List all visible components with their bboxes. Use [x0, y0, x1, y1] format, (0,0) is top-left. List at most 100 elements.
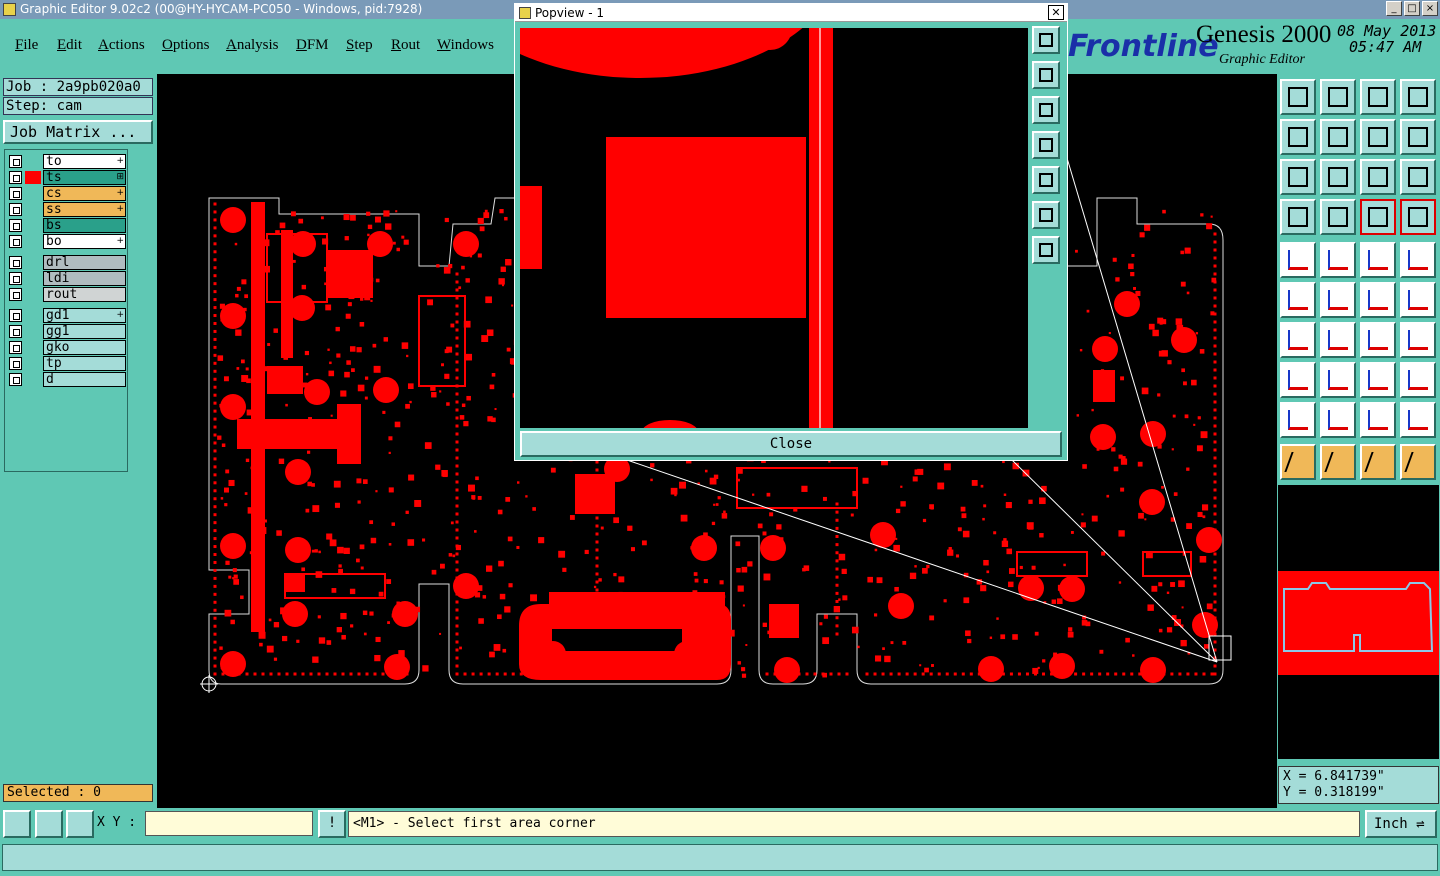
cursor-icon[interactable] — [1280, 444, 1316, 480]
xy-input[interactable] — [145, 811, 313, 836]
polygon-a-icon[interactable] — [1320, 402, 1356, 438]
cursor-edit-icon[interactable] — [1360, 444, 1396, 480]
popview-close-button[interactable]: Close — [520, 431, 1062, 457]
layer-row-cs[interactable]: cs + — [7, 186, 127, 201]
popview-pan-left-icon[interactable] — [1032, 131, 1060, 159]
layer-name[interactable]: ss — [43, 202, 126, 217]
grid-icon[interactable] — [66, 810, 94, 838]
layer-row-bo[interactable]: bo + — [7, 234, 127, 249]
layer-row-to[interactable]: to + — [7, 154, 127, 169]
net-icon[interactable] — [1280, 282, 1316, 318]
line-icon[interactable] — [1320, 322, 1356, 358]
measure-icon[interactable] — [1360, 362, 1396, 398]
move-icon[interactable] — [1280, 362, 1316, 398]
cursor-select-icon[interactable] — [1320, 444, 1356, 480]
alert-icon[interactable]: ! — [318, 810, 346, 838]
board-overview-map[interactable] — [1278, 485, 1439, 759]
menu-analysis[interactable]: Analysis — [226, 37, 279, 54]
text-f-icon[interactable] — [1400, 322, 1436, 358]
layer-row-drl[interactable]: drl — [7, 255, 127, 270]
settings-icon[interactable] — [1280, 199, 1316, 235]
fit-view-icon[interactable] — [1400, 79, 1436, 115]
unit-selector[interactable]: Inch ⇌ — [1365, 810, 1437, 838]
snap-icon[interactable] — [1360, 282, 1396, 318]
layer-name[interactable]: drl — [43, 255, 126, 270]
polygon-b-icon[interactable] — [1360, 402, 1396, 438]
layer-row-tp[interactable]: tp — [7, 356, 127, 371]
layer-name[interactable]: gd1 — [43, 308, 126, 323]
ruler-icon[interactable] — [1360, 242, 1396, 278]
arc-icon[interactable] — [1360, 322, 1396, 358]
select-pad-icon[interactable] — [1280, 242, 1316, 278]
zoom-fit-icon[interactable] — [1280, 159, 1316, 195]
layer-row-d[interactable]: d — [7, 372, 127, 387]
scale-1-2-icon[interactable] — [1360, 159, 1396, 195]
layer-name[interactable]: to — [43, 154, 126, 169]
layer-row-rout[interactable]: rout — [7, 287, 127, 302]
zoom-down-icon[interactable] — [1320, 79, 1356, 115]
triangle-icon[interactable] — [1280, 402, 1316, 438]
pan-left-icon[interactable] — [1280, 119, 1316, 155]
layer-checkbox[interactable] — [9, 203, 22, 216]
menu-edit[interactable]: Edit — [57, 37, 82, 54]
layer-checkbox[interactable] — [9, 341, 22, 354]
circle-icon[interactable] — [1400, 242, 1436, 278]
popview-zoom-out-icon[interactable] — [1032, 236, 1060, 264]
popview-zoom-in-icon[interactable] — [1032, 201, 1060, 229]
maximize-button[interactable]: □ — [1404, 1, 1420, 16]
home-icon[interactable] — [1360, 79, 1396, 115]
layer-name[interactable]: cs — [43, 186, 126, 201]
menu-windows[interactable]: Windows — [437, 37, 494, 54]
layer-name[interactable]: rout — [43, 287, 126, 302]
menu-actions[interactable]: Actions — [98, 37, 145, 54]
help-icon[interactable] — [1400, 159, 1436, 195]
layer-name[interactable]: bo — [43, 234, 126, 249]
menu-dfm[interactable]: DFM — [296, 37, 329, 54]
layer-checkbox[interactable] — [9, 171, 22, 184]
menu-options[interactable]: Options — [162, 37, 210, 54]
layer-row-gd1[interactable]: gd1 + — [7, 308, 127, 323]
layer-filter-icon[interactable] — [1360, 199, 1396, 235]
job-matrix-button[interactable]: Job Matrix ... — [3, 120, 153, 144]
layer-name[interactable]: bs — [43, 218, 126, 233]
layer-checkbox[interactable] — [9, 187, 22, 200]
layer-row-ldi[interactable]: ldi — [7, 271, 127, 286]
menu-file[interactable]: File — [15, 37, 38, 54]
layer-checkbox[interactable] — [9, 272, 22, 285]
close-button[interactable]: × — [1422, 1, 1438, 16]
layer-name[interactable]: ts — [43, 170, 126, 185]
layer-name[interactable]: gg1 — [43, 324, 126, 339]
grid-icon[interactable] — [1320, 199, 1356, 235]
zoom-center-icon[interactable] — [1320, 159, 1356, 195]
popview-pan-right-icon[interactable] — [1032, 166, 1060, 194]
layer-checkbox[interactable] — [9, 256, 22, 269]
menu-rout[interactable]: Rout — [391, 37, 420, 54]
layer-highlight-icon[interactable] — [1400, 199, 1436, 235]
layer-checkbox[interactable] — [9, 219, 22, 232]
pan-right-icon[interactable] — [1320, 119, 1356, 155]
angle-icon[interactable] — [1280, 322, 1316, 358]
layer-row-gg1[interactable]: gg1 — [7, 324, 127, 339]
popview-zoom-home-icon[interactable] — [1032, 26, 1060, 54]
redraw-icon[interactable] — [1400, 119, 1436, 155]
minimize-button[interactable]: _ — [1386, 1, 1402, 16]
layer-checkbox[interactable] — [9, 373, 22, 386]
layer-name[interactable]: ldi — [43, 271, 126, 286]
menu-step[interactable]: Step — [346, 37, 373, 54]
connect-icon[interactable] — [1400, 282, 1436, 318]
layer-checkbox[interactable] — [9, 325, 22, 338]
layer-checkbox[interactable] — [9, 288, 22, 301]
snap-icon[interactable] — [3, 810, 31, 838]
layer-row-gko[interactable]: gko — [7, 340, 127, 355]
zoom-up-icon[interactable] — [1280, 79, 1316, 115]
undo-view-icon[interactable] — [1360, 119, 1396, 155]
layer-checkbox[interactable] — [9, 235, 22, 248]
cross-icon[interactable] — [1320, 282, 1356, 318]
popview-pan-up-icon[interactable] — [1032, 61, 1060, 89]
layer-name[interactable]: tp — [43, 356, 126, 371]
popview-close-icon[interactable]: ✕ — [1048, 5, 1064, 20]
layer-name[interactable]: gko — [43, 340, 126, 355]
layer-row-ss[interactable]: ss + — [7, 202, 127, 217]
layer-checkbox[interactable] — [9, 357, 22, 370]
route-icon[interactable] — [1400, 444, 1436, 480]
